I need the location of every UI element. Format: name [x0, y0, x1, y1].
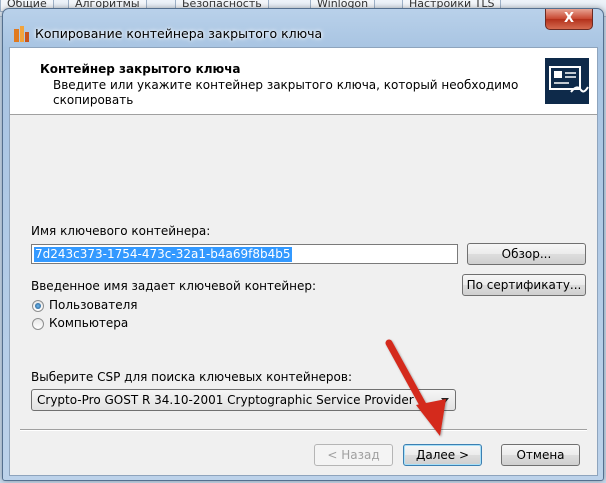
next-button[interactable]: Далее >: [403, 444, 482, 466]
key-certificate-icon: [545, 58, 589, 104]
close-button[interactable]: X: [545, 9, 593, 30]
cancel-button[interactable]: Отмена: [501, 444, 580, 466]
radio-computer-label[interactable]: Компьютера: [49, 316, 128, 330]
close-icon: X: [563, 11, 575, 26]
container-name-value: 7d243c373-1754-473c-32a1-b4a69f8b4b5: [34, 247, 292, 262]
csp-selected-value: Crypto-Pro GOST R 34.10-2001 Cryptograph…: [37, 393, 414, 407]
radio-user-label[interactable]: Пользователя: [49, 298, 138, 312]
footer-divider: [20, 429, 587, 431]
dialog-client-area: Контейнер закрытого ключа Введите или ук…: [9, 47, 598, 476]
radio-computer[interactable]: [32, 318, 44, 330]
wizard-header: Контейнер закрытого ключа Введите или ук…: [10, 48, 597, 115]
cryptopro-app-icon: [14, 26, 29, 42]
radio-user[interactable]: [32, 300, 44, 312]
title-bar[interactable]: Копирование контейнера закрытого ключа X: [3, 9, 603, 47]
csp-dropdown[interactable]: Crypto-Pro GOST R 34.10-2001 Cryptograph…: [31, 389, 456, 411]
csp-label: Выберите CSP для поиска ключевых контейн…: [31, 370, 353, 384]
by-certificate-button[interactable]: По сертификату...: [462, 274, 586, 296]
container-name-label: Имя ключевого контейнера:: [31, 224, 211, 238]
copy-key-container-dialog: Копирование контейнера закрытого ключа X…: [2, 8, 604, 481]
browse-button[interactable]: Обзор...: [467, 243, 586, 265]
container-name-input[interactable]: 7d243c373-1754-473c-32a1-b4a69f8b4b5: [31, 244, 458, 264]
header-title: Контейнер закрытого ключа: [40, 62, 241, 76]
back-button[interactable]: < Назад: [314, 444, 393, 466]
name-type-label: Введенное имя задает ключевой контейнер:: [31, 279, 317, 293]
chevron-down-icon: [441, 398, 449, 403]
window-title: Копирование контейнера закрытого ключа: [35, 26, 323, 41]
header-description: Введите или укажите контейнер закрытого …: [53, 78, 519, 107]
